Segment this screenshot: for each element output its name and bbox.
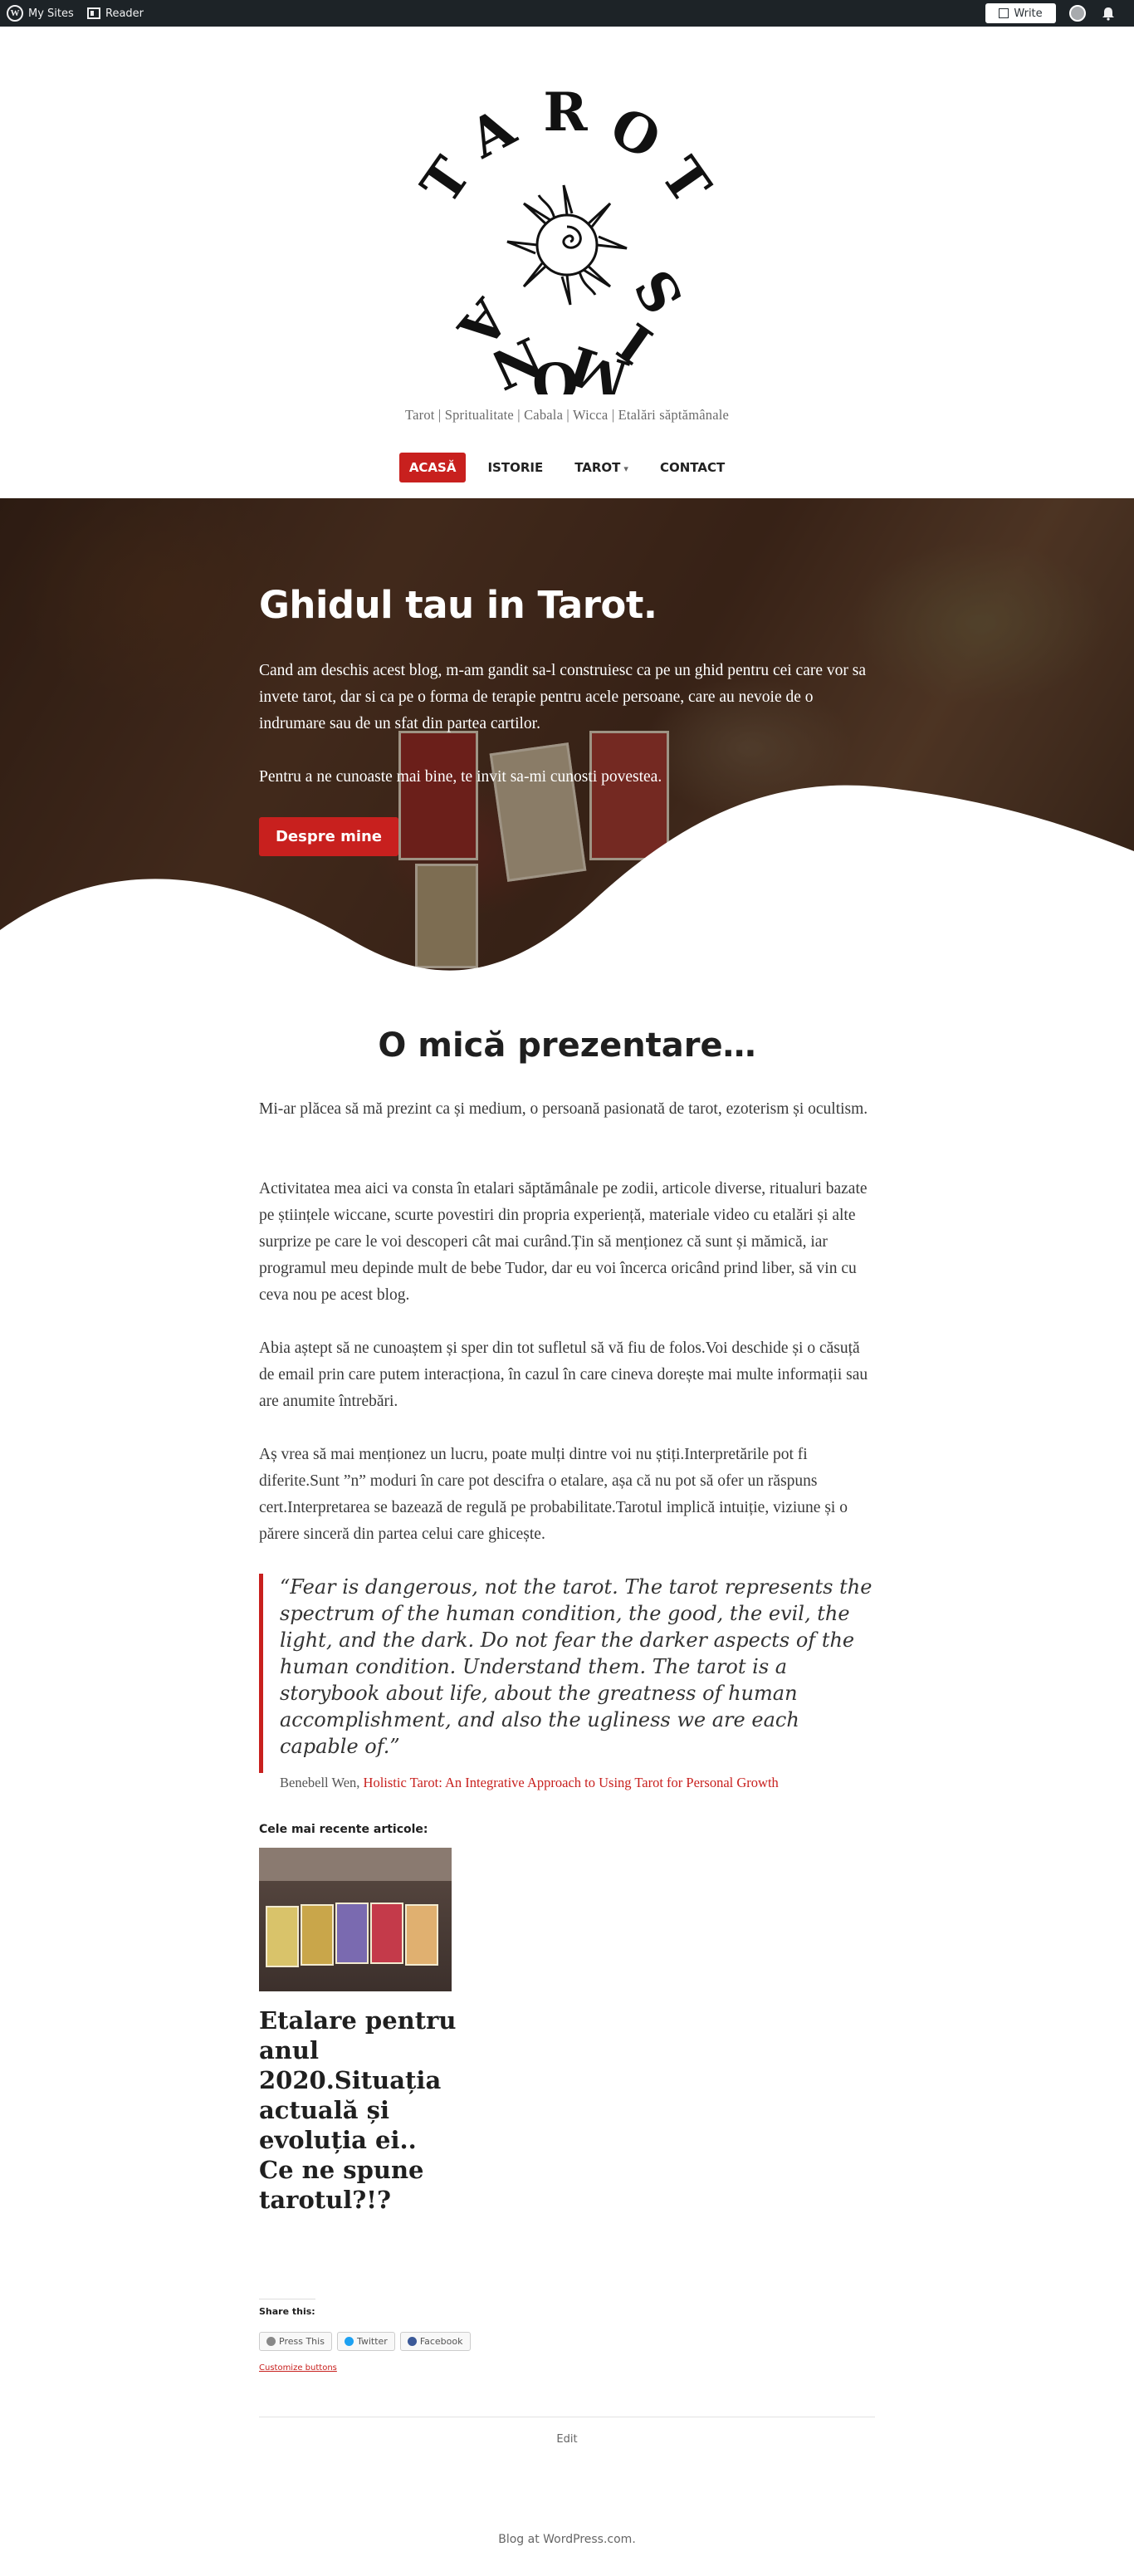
recent-post-thumbnail[interactable] — [259, 1848, 452, 1991]
avatar[interactable] — [1069, 5, 1086, 22]
contact-paragraph: Abia aștept să ne cunoaștem și sper din … — [259, 1339, 868, 1410]
share-twitter-button[interactable]: Twitter — [336, 2332, 395, 2351]
svg-text:T: T — [648, 147, 716, 215]
my-sites-label: My Sites — [28, 7, 74, 20]
write-label: Write — [1014, 7, 1043, 20]
hero-paragraph: Cand am deschis acest blog, m-am gandit … — [259, 662, 867, 732]
activity-paragraph: Activitatea mea aici va consta în etalar… — [259, 1180, 868, 1304]
facebook-icon — [407, 2337, 417, 2346]
svg-text:O: O — [600, 95, 670, 172]
customize-buttons-link[interactable]: Customize buttons — [259, 2363, 337, 2373]
notifications-icon[interactable] — [1101, 6, 1116, 21]
twitter-icon — [344, 2337, 354, 2346]
share-twitter-label: Twitter — [356, 2336, 388, 2347]
recent-post-title[interactable]: Etalare pentru anul 2020.Situația actual… — [259, 2005, 458, 2215]
share-label: Share this: — [259, 2299, 315, 2317]
nav-item-istorie[interactable]: ISTORIE — [477, 453, 553, 482]
hero-title: Ghidul tau in Tarot. — [259, 583, 657, 627]
about-me-button[interactable]: Despre mine — [259, 817, 398, 856]
intro-paragraph: Mi-ar plăcea să mă prezint ca și medium,… — [259, 1100, 868, 1118]
share-press-this-button[interactable]: Press This — [259, 2332, 332, 2351]
wordpress-logo-icon: W — [7, 5, 23, 22]
share-buttons: Press This Twitter Facebook — [259, 2332, 471, 2351]
interpretation-paragraph: Aș vrea să mai menționez un lucru, poate… — [259, 1446, 848, 1543]
recent-posts-label: Cele mai recente articole: — [259, 1823, 428, 1836]
section-title: O mică prezentare… — [378, 1026, 756, 1065]
write-button[interactable]: Write — [985, 3, 1056, 23]
svg-text:A: A — [458, 96, 525, 172]
my-sites-menu[interactable]: W My Sites — [7, 0, 74, 27]
quote-source-link[interactable]: Holistic Tarot: An Integrative Approach … — [364, 1775, 779, 1790]
footer-credit-link[interactable]: Blog at WordPress.com. — [0, 2533, 1134, 2546]
nav-item-tarot-label: TAROT — [574, 460, 621, 475]
quote-citation: Benebell Wen, Holistic Tarot: An Integra… — [280, 1775, 875, 1791]
svg-text:T: T — [418, 147, 483, 215]
admin-bar: W My Sites Reader Write — [0, 0, 1134, 27]
write-icon — [999, 8, 1009, 18]
blockquote: “Fear is dangerous, not the tarot. The t… — [259, 1574, 875, 1790]
reader-icon — [87, 7, 100, 19]
main-navigation: ACASĂ ISTORIE TAROT ▾ CONTACT — [0, 453, 1134, 482]
quote-text: “Fear is dangerous, not the tarot. The t… — [280, 1575, 872, 1758]
share-press-this-label: Press This — [279, 2336, 325, 2347]
wordpress-icon — [266, 2337, 276, 2346]
quote-author: Benebell Wen, — [280, 1775, 364, 1790]
site-logo[interactable]: T A R O T S I M O N A — [409, 79, 722, 413]
svg-text:R: R — [543, 81, 588, 144]
share-facebook-button[interactable]: Facebook — [399, 2332, 471, 2351]
nav-item-acasa[interactable]: ACASĂ — [398, 453, 467, 482]
site-tagline: Tarot | Spritualitate | Cabala | Wicca |… — [404, 407, 730, 423]
hero-paragraph: Pentru a ne cunoaste mai bine, te invit … — [259, 768, 662, 786]
nav-item-tarot[interactable]: TAROT ▾ — [565, 453, 638, 482]
reader-label: Reader — [105, 7, 144, 20]
hero-wave-divider — [0, 785, 1134, 984]
reader-menu[interactable]: Reader — [87, 0, 144, 27]
tarot-simona-logo: T A R O T S I M O N A — [409, 81, 722, 413]
edit-link[interactable]: Edit — [0, 2433, 1134, 2446]
share-facebook-label: Facebook — [419, 2336, 463, 2347]
nav-item-contact[interactable]: CONTACT — [650, 453, 735, 482]
svg-text:S: S — [623, 259, 696, 324]
chevron-down-icon: ▾ — [623, 463, 628, 474]
